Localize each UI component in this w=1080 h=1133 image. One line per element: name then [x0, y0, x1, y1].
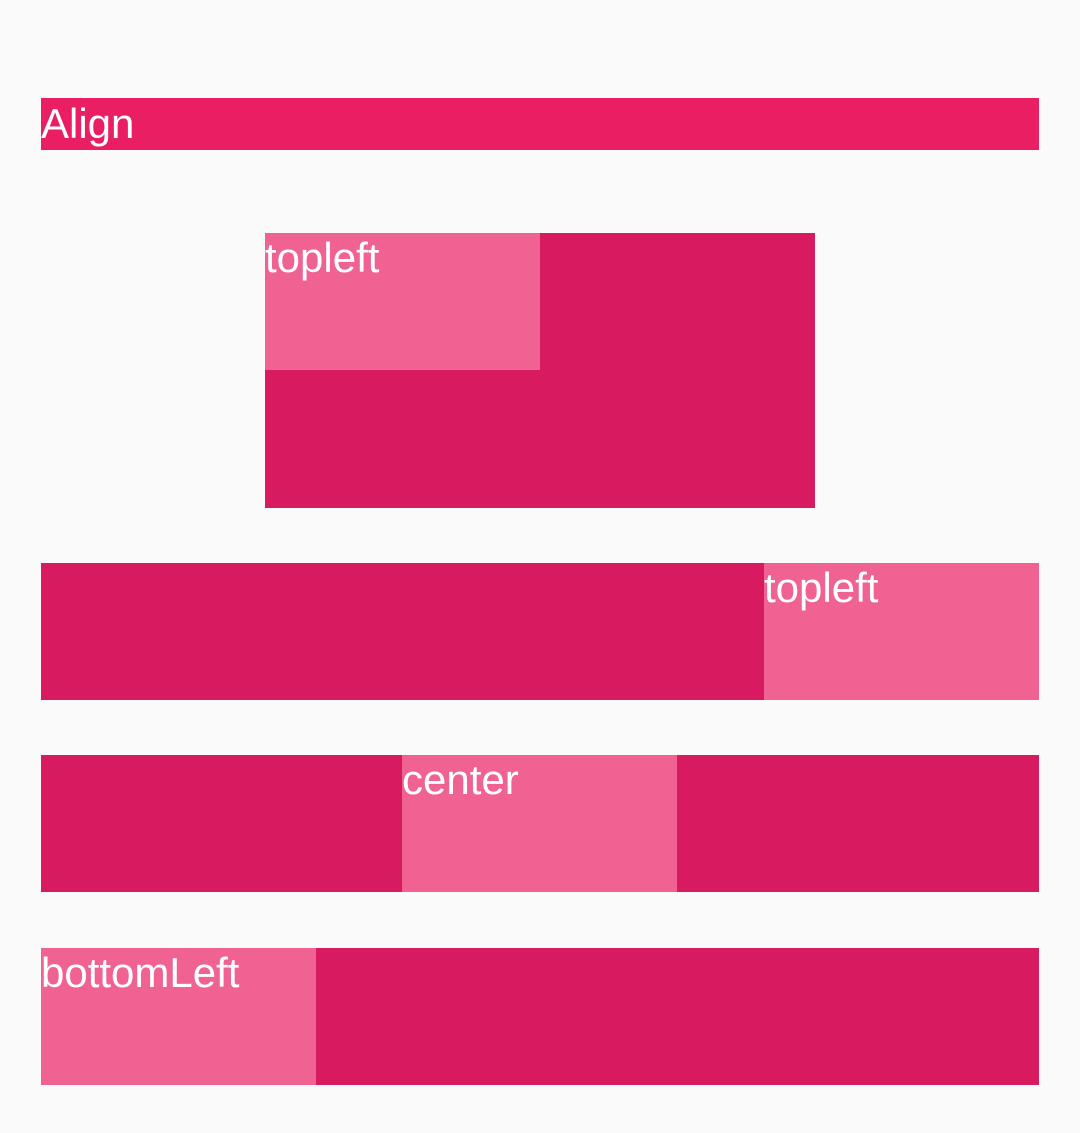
- align-demo-label-3: center: [402, 756, 519, 803]
- align-demo-container-2: topleft: [41, 563, 1039, 700]
- align-title: Align: [41, 100, 135, 147]
- align-demo-label-1: topleft: [265, 234, 380, 281]
- align-demo-container-4: bottomLeft: [41, 948, 1039, 1085]
- align-demo-container-1: topleft: [265, 233, 815, 508]
- align-demo-child-1: topleft: [265, 233, 540, 370]
- align-demo-label-2: topleft: [764, 564, 879, 611]
- align-demo-child-3: center: [402, 755, 677, 892]
- align-header-bar: Align: [41, 98, 1039, 150]
- align-demo-child-4: bottomLeft: [41, 948, 316, 1085]
- align-demo-label-4: bottomLeft: [41, 949, 240, 996]
- align-demo-child-2: topleft: [764, 563, 1039, 700]
- align-demo-container-3: center: [41, 755, 1039, 892]
- page: Align topleft topleft center bottomLeft: [0, 0, 1080, 1133]
